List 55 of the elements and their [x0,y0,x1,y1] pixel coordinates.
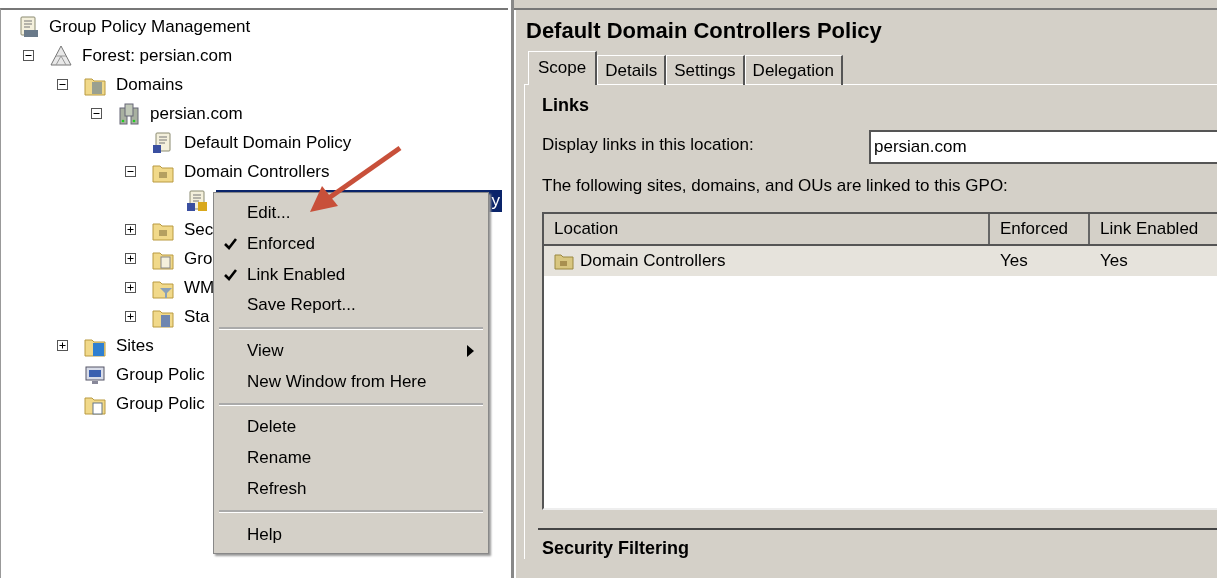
table-row[interactable]: Domain Controllers Yes Yes [544,246,1217,276]
menu-item[interactable]: Refresh [214,473,488,505]
expand-icon[interactable] [125,282,136,293]
submenu-arrow-icon [467,345,474,358]
tab[interactable]: Details [597,55,667,85]
collapse-icon[interactable] [23,50,34,61]
column-header[interactable]: Link Enabled [1090,214,1217,244]
location-field[interactable]: persian.com [869,130,1217,164]
expand-icon[interactable] [125,311,136,322]
checkmark-icon [224,268,237,281]
collapse-icon[interactable] [57,79,68,90]
section-heading: Security Filtering [542,538,691,559]
tree-item[interactable]: Gro [182,247,215,270]
menu-item[interactable]: Edit... [214,198,488,229]
tree-item[interactable]: persian.com [148,102,245,125]
server-icon [117,101,141,126]
tree-item[interactable]: Domains [114,73,186,96]
tree-item[interactable]: Domain Controllers [182,160,332,183]
field-label: Display links in this location: [542,135,755,155]
collapse-icon[interactable] [91,108,102,119]
menu-item[interactable]: Enforced [214,228,488,260]
checkmark-icon [224,238,237,251]
caption-text: The following sites, domains, and OUs are linked to this GPO: [542,176,1009,196]
menu-item[interactable]: Link Enabled [214,259,488,291]
expand-icon[interactable] [57,340,68,351]
column-header[interactable]: Location [544,214,990,244]
expand-icon[interactable] [125,253,136,264]
tree-item[interactable]: Forest: persian.com [80,44,235,67]
section-heading: Links [542,95,590,116]
menu-item[interactable]: New Window from Here [214,366,488,398]
folder-icon [554,252,574,270]
menu-item[interactable]: Save Report... [214,290,488,321]
table-cell: Domain Controllers [580,251,726,271]
tree-item[interactable]: Group Polic [114,392,207,415]
collapse-icon[interactable] [125,166,136,177]
policy-title: Default Domain Controllers Policy [525,18,883,44]
menu-item[interactable]: Help [214,519,488,550]
tree-item[interactable]: Sta [182,305,212,328]
expand-icon[interactable] [125,224,136,235]
tab[interactable]: Settings [666,55,745,85]
table-cell: Yes [1100,251,1128,271]
menu-item[interactable]: View [214,335,488,367]
triangle-icon [49,43,73,68]
tree-item[interactable]: Sites [114,334,156,357]
tab[interactable]: Scope [528,51,598,85]
menu-item[interactable]: Rename [214,442,488,474]
column-header[interactable]: Enforced [990,214,1090,244]
tree-item[interactable]: Sec [182,218,216,241]
tree-item[interactable]: Default Domain Policy [182,131,354,154]
tab[interactable]: Delegation [744,55,843,85]
scroll-icon [185,188,209,213]
tree-item[interactable]: Group Polic [114,363,207,386]
tree-item[interactable]: Group Policy Management [47,15,253,38]
menu-item[interactable]: Delete [214,412,488,443]
table-cell: Yes [1000,251,1028,271]
